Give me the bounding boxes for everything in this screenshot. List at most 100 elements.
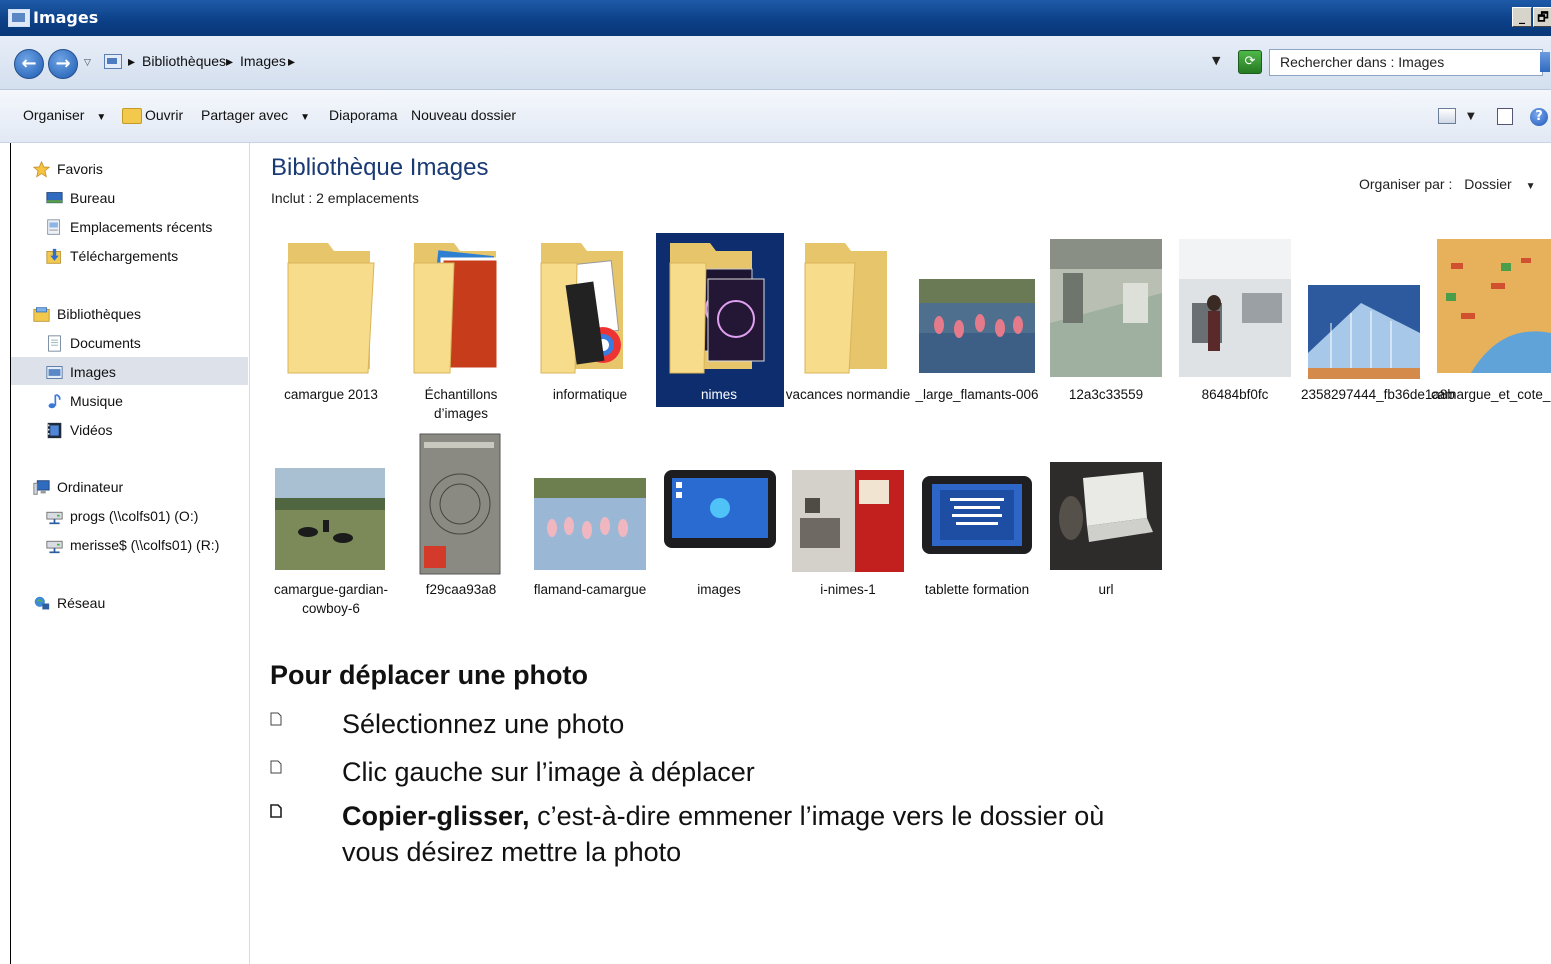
item-tile[interactable]: i-nimes-1 [785, 428, 911, 628]
page-bullet-icon [270, 804, 282, 818]
item-tile[interactable]: camargue_et_cote_du_langued [1431, 233, 1551, 433]
item-tile[interactable]: 2358297444_fb36de1a8b [1301, 233, 1455, 433]
breadcrumb[interactable]: ▸ Bibliothèques ▸ Images ▸ [98, 49, 1230, 75]
item-caption: tablette formation [924, 582, 1030, 597]
arrange-by-control[interactable]: Organiser par : Dossier ▼ [1359, 176, 1536, 192]
breadcrumb-separator-icon[interactable]: ▸ [288, 53, 295, 70]
star-icon [33, 161, 50, 178]
search-icon[interactable] [1540, 52, 1550, 72]
map-thumbnail [1437, 239, 1551, 373]
breadcrumb-images[interactable]: Images [240, 53, 286, 69]
sidebar-item-label: Vidéos [70, 422, 113, 438]
item-caption: i-nimes-1 [820, 582, 876, 597]
chevron-down-icon: ▼ [1525, 181, 1536, 192]
new-folder-button[interactable]: Nouveau dossier [411, 107, 516, 123]
sidebar-item-label: Téléchargements [70, 248, 179, 264]
sidebar-item-label: Images [70, 364, 116, 380]
breadcrumb-libraries[interactable]: Bibliothèques [142, 53, 226, 69]
page-bullet-icon [270, 760, 282, 774]
downloads-icon [46, 248, 61, 264]
music-icon [48, 393, 61, 409]
sidebar-libraries-label: Bibliothèques [57, 306, 142, 322]
item-caption: camargue_et_cote_du_langued [1431, 387, 1551, 402]
back-button[interactable]: ← [14, 49, 44, 79]
network-icon [34, 596, 50, 610]
sidebar-item-label: progs (\\colfs01) (O:) [70, 508, 199, 524]
search-input[interactable]: Rechercher dans : Images [1269, 49, 1550, 76]
instructions-heading: Pour déplacer une photo [270, 660, 589, 690]
photo-thumbnail [792, 470, 904, 572]
folder-with-photos-icon [413, 243, 500, 374]
forward-button[interactable]: → [48, 49, 78, 79]
sidebar-item-label: Bureau [70, 190, 116, 206]
window-title: Images [33, 8, 99, 27]
sidebar-network-label: Réseau [57, 595, 106, 611]
item-tile[interactable]: flamand-camargue [527, 428, 653, 628]
item-tile[interactable]: camargue-gardian-cowboy-6 [268, 428, 394, 628]
tablet-thumbnail [922, 476, 1032, 554]
instruction-text: Sélectionnez une photo [342, 709, 625, 739]
sidebar-item-label: merisse$ (\\colfs01) (R:) [70, 537, 220, 553]
library-locations-link[interactable]: Inclut : 2 emplacements [271, 190, 419, 206]
recent-places-icon [47, 219, 61, 235]
photo-thumbnail [275, 468, 385, 570]
poster-thumbnail [419, 433, 501, 575]
item-caption: vacances normandie [785, 387, 911, 402]
item-tile[interactable]: informatique [527, 233, 653, 433]
navigation-pane: Favoris Bureau Emplacements récents Télé… [10, 143, 250, 964]
chevron-down-icon: ▼ [300, 112, 310, 123]
item-caption: f29caa93a8 [425, 582, 497, 597]
change-view-icon[interactable] [1438, 108, 1456, 124]
help-icon[interactable]: ? [1530, 108, 1548, 126]
item-tile[interactable]: images [656, 428, 782, 628]
preview-pane-icon[interactable] [1497, 108, 1513, 125]
search-placeholder: Rechercher dans : Images [1280, 54, 1445, 70]
network-drive-icon [46, 511, 63, 525]
page-title: Bibliothèque Images [271, 154, 489, 181]
item-tile[interactable]: vacances normandie [785, 233, 911, 433]
folder-with-photos-icon [669, 243, 765, 374]
desktop-icon [46, 192, 63, 204]
organize-button[interactable]: Organiser ▼ [23, 107, 106, 123]
refresh-icon[interactable]: ⟳ [1238, 50, 1262, 74]
library-images-icon [104, 54, 122, 69]
folder-icon [287, 243, 375, 374]
window-icon [8, 9, 30, 27]
address-dropdown-icon[interactable]: ▼ [1212, 54, 1220, 67]
slideshow-button[interactable]: Diaporama [329, 107, 397, 123]
item-caption: camargue 2013 [284, 387, 378, 402]
recent-pages-dropdown-icon[interactable]: ▽ [84, 58, 91, 68]
item-tile[interactable]: f29caa93a8 [398, 428, 524, 628]
photo-thumbnail [1308, 285, 1420, 379]
view-dropdown-icon[interactable]: ▼ [1467, 111, 1475, 122]
open-folder-icon [122, 108, 142, 124]
open-button[interactable]: Ouvrir [145, 107, 183, 123]
folder-with-documents-icon [540, 243, 623, 374]
instruction-text: Clic gauche sur l’image à déplacer [342, 757, 755, 787]
item-caption: camargue-gardian-cowboy-6 [273, 582, 389, 616]
item-caption: 86484bf0fc [1201, 387, 1269, 402]
item-tile[interactable]: tablette formation [914, 428, 1040, 628]
minimize-button[interactable]: _ [1512, 7, 1532, 27]
item-caption: flamand-camargue [533, 582, 647, 597]
maximize-button[interactable]: 🗗 [1533, 7, 1551, 27]
sidebar-favorites-label: Favoris [57, 161, 103, 177]
item-tile-selected[interactable]: nimes [656, 233, 784, 407]
photo-thumbnail [1179, 239, 1291, 377]
item-tile[interactable]: 12a3c33559 [1043, 233, 1169, 433]
folder-icon [804, 243, 887, 374]
arrange-by-value: Dossier [1464, 176, 1512, 192]
share-button[interactable]: Partager avec ▼ [201, 107, 310, 123]
item-caption: 2358297444_fb36de1a8b [1301, 387, 1455, 402]
breadcrumb-separator-icon[interactable]: ▸ [226, 53, 233, 70]
sidebar-item-label: Musique [70, 393, 123, 409]
sidebar-item-label: Emplacements récents [70, 219, 213, 235]
item-tile[interactable]: url [1043, 428, 1169, 628]
item-tile[interactable]: 86484bf0fc [1172, 233, 1298, 433]
breadcrumb-separator-icon[interactable]: ▸ [128, 53, 135, 70]
item-tile[interactable]: camargue 2013 [268, 233, 394, 433]
item-tile[interactable]: _large_flamants-006 [914, 233, 1040, 433]
sidebar-item-label: Documents [70, 335, 141, 351]
item-tile[interactable]: Échantillons d’images [398, 233, 524, 433]
arrange-by-label: Organiser par : [1359, 176, 1453, 192]
